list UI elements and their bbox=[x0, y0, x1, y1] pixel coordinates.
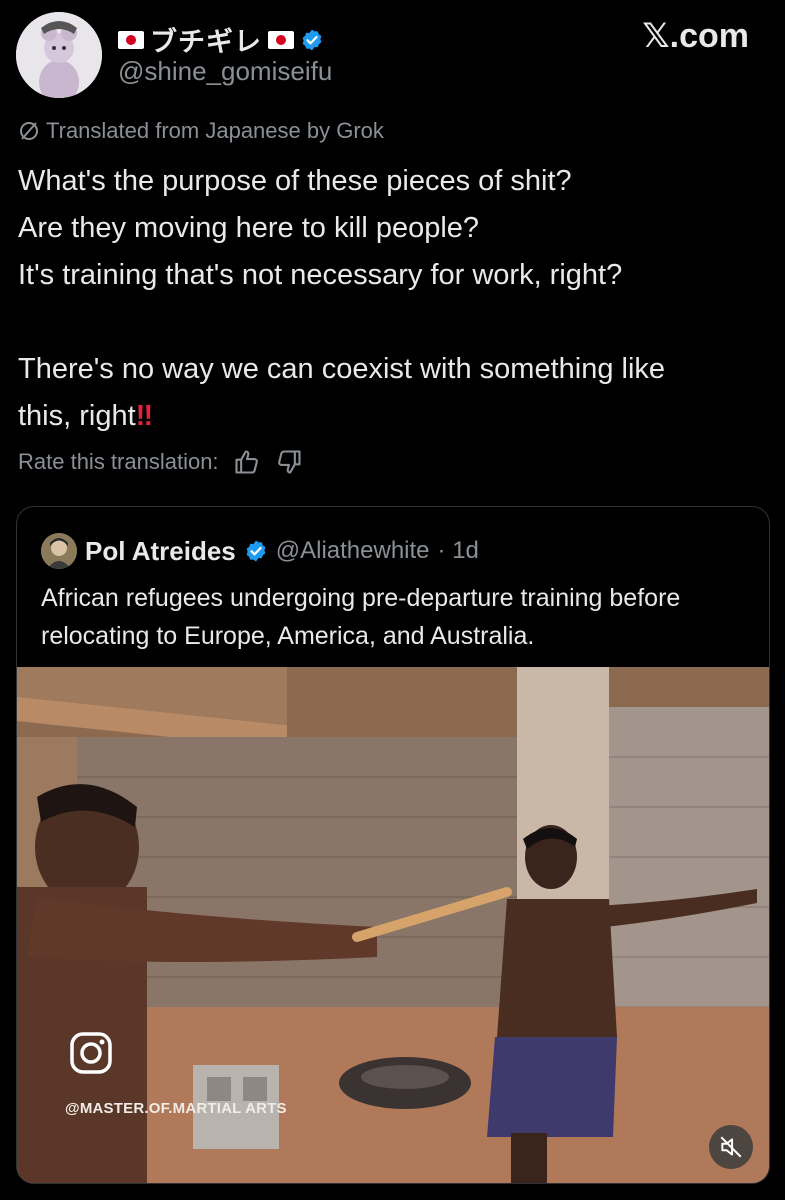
quoted-post-header: Pol Atreides @Aliathewhite · 1d bbox=[41, 533, 479, 569]
instagram-icon bbox=[70, 1032, 112, 1074]
verified-badge-icon bbox=[246, 540, 266, 562]
japan-flag-icon bbox=[118, 30, 144, 49]
author-avatar[interactable] bbox=[16, 12, 102, 98]
tweet-line: It's training that's not necessary for w… bbox=[18, 259, 623, 291]
translation-notice: Translated from Japanese by Grok bbox=[18, 118, 384, 144]
video-watermark: @MASTER.OF.MARTIAL ARTS bbox=[65, 1100, 287, 1117]
tweet-line: What's the purpose of these pieces of sh… bbox=[18, 165, 572, 197]
translation-notice-text: Translated from Japanese by Grok bbox=[46, 118, 384, 143]
mute-icon bbox=[720, 1136, 742, 1158]
tweet-line-last: this, right‼ bbox=[18, 400, 154, 432]
quoted-post[interactable]: Pol Atreides @Aliathewhite · 1d African … bbox=[16, 506, 770, 1184]
tweet-text: What's the purpose of these pieces of sh… bbox=[18, 158, 768, 440]
quoted-author-handle[interactable]: @Aliathewhite bbox=[276, 537, 430, 565]
grok-icon bbox=[20, 122, 38, 140]
site-brand: 𝕏.com bbox=[642, 17, 749, 55]
tweet-line: Are they moving here to kill people? bbox=[18, 212, 480, 244]
author-name-row[interactable]: ブチギレ bbox=[118, 20, 324, 59]
double-exclamation-emoji: ‼ bbox=[135, 400, 154, 432]
rate-translation-label: Rate this translation: bbox=[18, 449, 219, 474]
tweet-line: There's no way we can coexist with somet… bbox=[18, 353, 666, 385]
author-display-name[interactable]: ブチギレ bbox=[150, 20, 262, 59]
author-handle[interactable]: @shine_gomiseifu bbox=[118, 56, 332, 87]
thumbs-up-icon[interactable] bbox=[233, 448, 261, 476]
rate-translation: Rate this translation: bbox=[18, 448, 303, 476]
quoted-post-text: African refugees undergoing pre-departur… bbox=[41, 584, 681, 650]
quoted-post-time: · 1d bbox=[437, 537, 479, 564]
quoted-author-avatar[interactable] bbox=[41, 533, 77, 569]
thumbs-down-icon[interactable] bbox=[275, 448, 303, 476]
quoted-post-video[interactable]: @MASTER.OF.MARTIAL ARTS bbox=[17, 667, 769, 1183]
verified-badge-icon bbox=[302, 29, 322, 50]
mute-button[interactable] bbox=[709, 1125, 753, 1169]
japan-flag-icon bbox=[268, 30, 294, 49]
quoted-author-name[interactable]: Pol Atreides bbox=[85, 536, 236, 567]
